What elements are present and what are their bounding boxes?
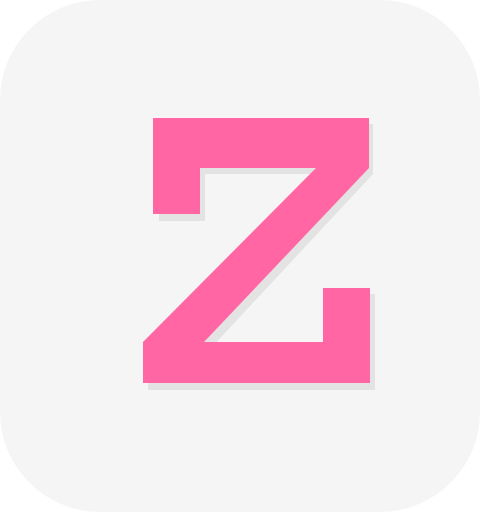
app-icon-graphic	[0, 0, 480, 512]
app-icon[interactable]	[0, 0, 480, 512]
